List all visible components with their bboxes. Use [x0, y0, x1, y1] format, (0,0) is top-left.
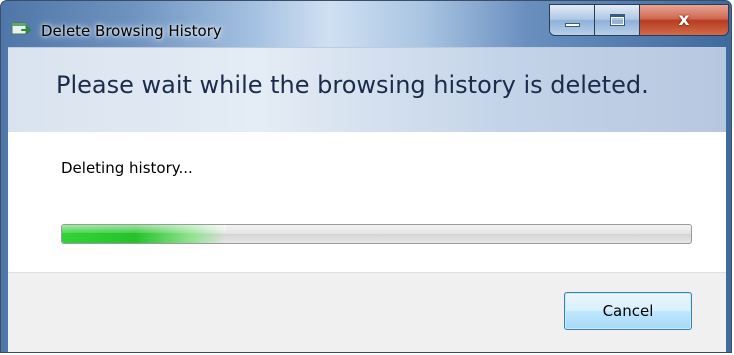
caption-buttons: x	[549, 4, 729, 36]
minimize-button[interactable]	[550, 5, 595, 35]
maximize-icon	[609, 14, 625, 26]
status-text: Deleting history...	[61, 159, 193, 177]
header-message: Please wait while the browsing history i…	[56, 71, 649, 99]
progress-fill	[62, 225, 226, 243]
maximize-button[interactable]	[595, 5, 640, 35]
close-button[interactable]: x	[640, 5, 728, 35]
close-icon: x	[678, 10, 690, 30]
cancel-button[interactable]: Cancel	[564, 292, 692, 330]
content-area	[8, 132, 726, 272]
progress-bar	[61, 224, 692, 244]
title-bar[interactable]: Delete Browsing History x	[1, 1, 731, 47]
window-title: Delete Browsing History	[41, 22, 222, 40]
browsing-history-icon	[11, 22, 31, 35]
minimize-icon	[564, 23, 580, 27]
